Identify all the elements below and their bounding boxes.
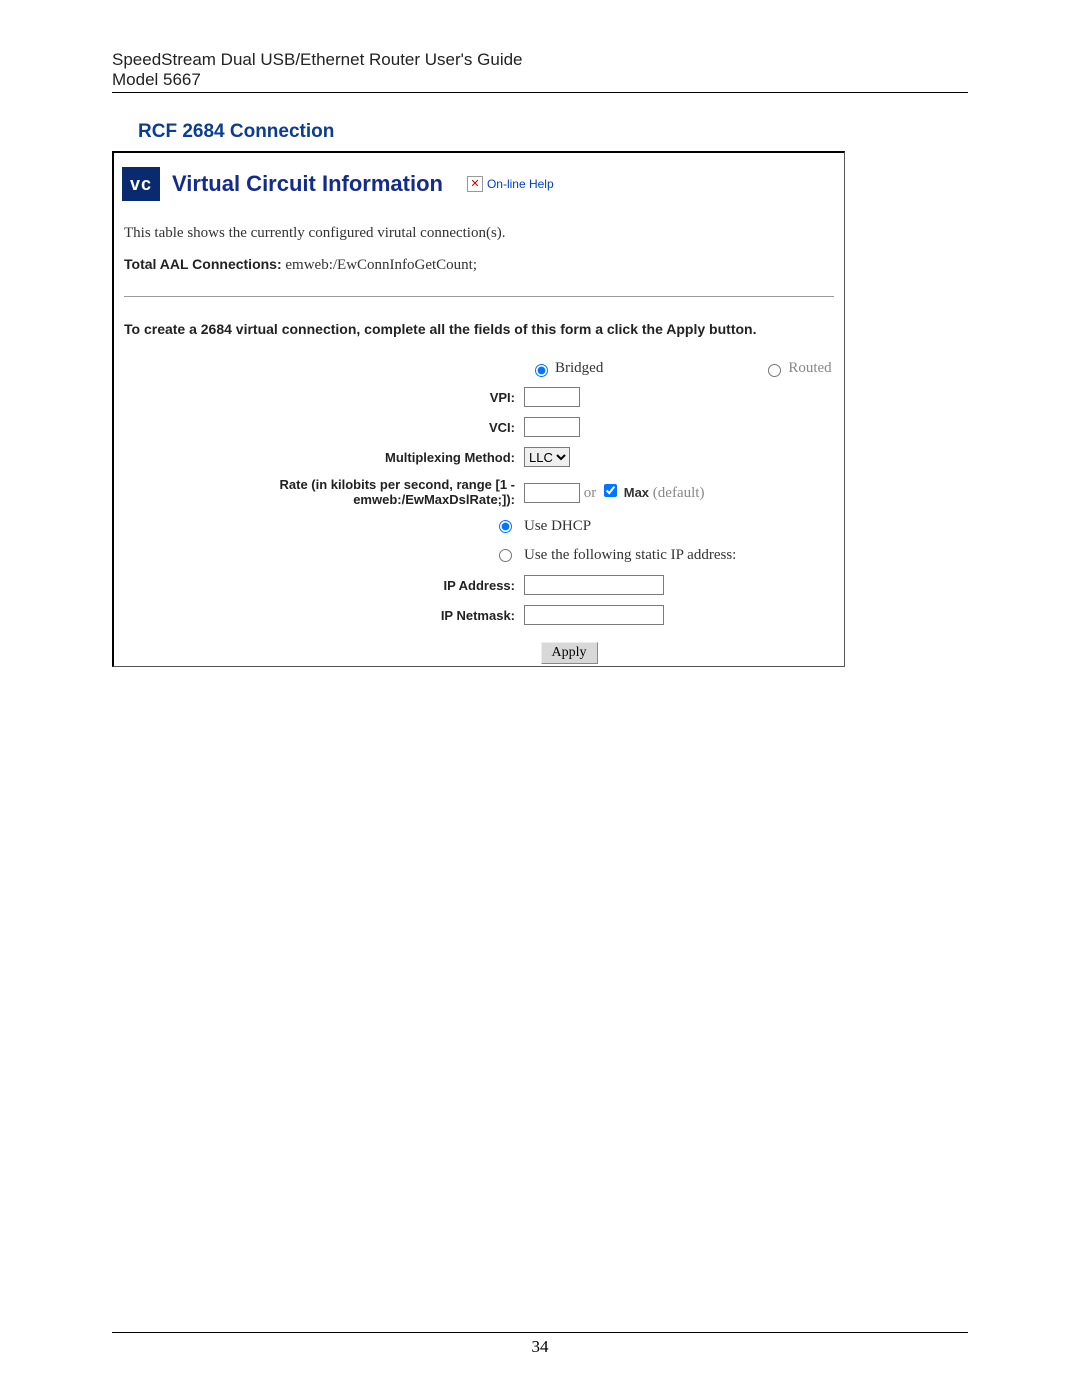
- mode-bridged-radio[interactable]: [535, 364, 548, 377]
- form-instruction: To create a 2684 virtual connection, com…: [114, 301, 844, 351]
- mode-routed-label: Routed: [788, 360, 831, 377]
- ip-netmask-input[interactable]: [524, 605, 664, 625]
- use-dhcp-label: Use DHCP: [524, 518, 591, 534]
- mode-routed-radio[interactable]: [768, 364, 781, 377]
- doc-title: SpeedStream Dual USB/Ethernet Router Use…: [112, 50, 968, 70]
- rate-input[interactable]: [524, 483, 580, 503]
- vpi-label: VPI:: [114, 386, 523, 408]
- panel-title: Virtual Circuit Information: [172, 171, 443, 197]
- total-connections-line: Total AAL Connections: emweb:/EwConnInfo…: [114, 248, 844, 292]
- doc-model: Model 5667: [112, 70, 968, 93]
- ip-address-label: IP Address:: [114, 574, 523, 596]
- screenshot-panel: vc Virtual Circuit Information ✕ On-line…: [112, 151, 845, 667]
- total-connections-value: emweb:/EwConnInfoGetCount;: [285, 257, 477, 273]
- rate-or: or: [584, 485, 597, 501]
- broken-image-icon: ✕: [467, 176, 483, 192]
- total-connections-label: Total AAL Connections:: [124, 256, 282, 272]
- vci-label: VCI:: [114, 416, 523, 438]
- use-static-radio[interactable]: [499, 549, 512, 562]
- page-number: 34: [532, 1337, 549, 1356]
- vpi-input[interactable]: [524, 387, 580, 407]
- use-dhcp-radio[interactable]: [499, 520, 512, 533]
- divider: [124, 296, 834, 297]
- mode-bridged-label: Bridged: [555, 360, 603, 377]
- ip-netmask-label: IP Netmask:: [114, 604, 523, 626]
- rate-label: Rate (in kilobits per second, range [1 -…: [114, 476, 523, 508]
- rate-max-checkbox[interactable]: [604, 484, 617, 497]
- rate-max-label: Max: [624, 485, 649, 500]
- ip-address-input[interactable]: [524, 575, 664, 595]
- panel-description: This table shows the currently configure…: [114, 209, 844, 248]
- help-link-label: On-line Help: [487, 177, 554, 191]
- use-static-label: Use the following static IP address:: [524, 547, 736, 563]
- online-help-link[interactable]: ✕ On-line Help: [467, 176, 554, 192]
- vc-badge-icon: vc: [122, 167, 160, 201]
- vci-input[interactable]: [524, 417, 580, 437]
- mux-label: Multiplexing Method:: [114, 446, 523, 468]
- rate-default-label: (default): [653, 485, 705, 501]
- apply-button[interactable]: Apply: [541, 642, 598, 664]
- mux-select[interactable]: LLC: [524, 447, 570, 467]
- section-heading: RCF 2684 Connection: [138, 121, 968, 143]
